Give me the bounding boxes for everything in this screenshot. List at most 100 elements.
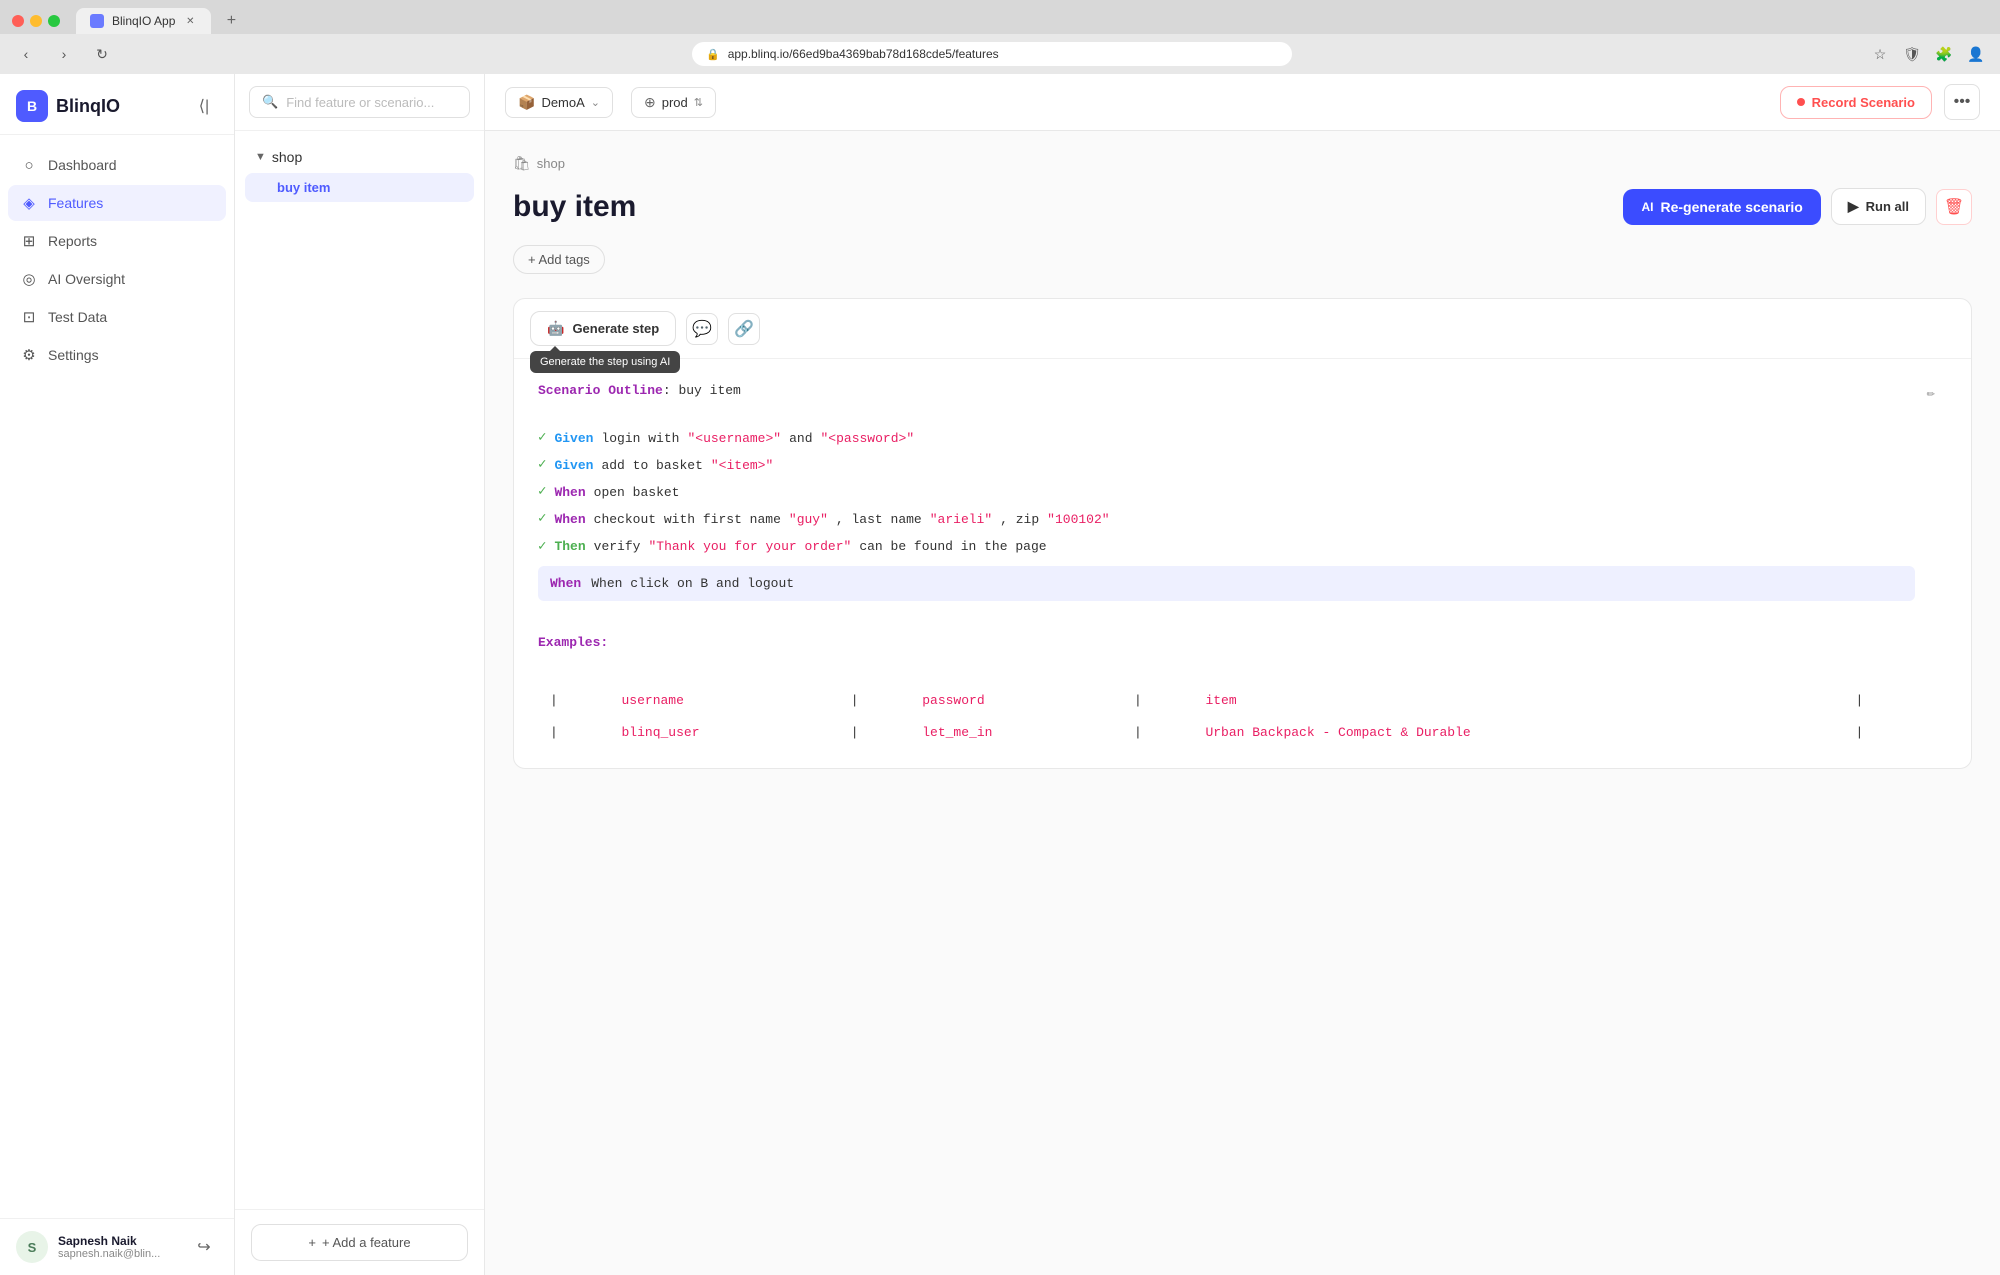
- app: B BlinqIO ⟨| ○ Dashboard ◈ Features ⊞ Re…: [0, 74, 2000, 1275]
- app-icon: 📦: [518, 94, 535, 111]
- features-icon: ◈: [20, 194, 38, 212]
- add-tags-label: + Add tags: [528, 252, 590, 267]
- refresh-button[interactable]: ↻: [88, 40, 116, 68]
- search-input[interactable]: [286, 95, 462, 110]
- sidebar-item-settings[interactable]: ⚙ Settings: [8, 337, 226, 373]
- active-tab[interactable]: BlinqIO App ✕: [76, 8, 211, 34]
- forward-button[interactable]: ›: [50, 40, 78, 68]
- generate-step-label: Generate step: [572, 321, 659, 336]
- app-selector-label: DemoA: [541, 95, 584, 110]
- collapse-sidebar-button[interactable]: ⟨|: [190, 92, 218, 120]
- sidebar-header: B BlinqIO ⟨|: [0, 74, 234, 135]
- sidebar-item-label: Reports: [48, 233, 97, 249]
- plus-icon: +: [308, 1235, 316, 1250]
- regenerate-scenario-button[interactable]: AI Re-generate scenario: [1623, 189, 1820, 225]
- chevron-updown-icon: ⇅: [694, 96, 703, 109]
- new-tab-button[interactable]: +: [219, 9, 243, 33]
- ai-oversight-icon: ◎: [20, 270, 38, 288]
- breadcrumb-text: shop: [537, 156, 565, 171]
- tab-favicon: [90, 14, 104, 28]
- step-row-3: ✓ When open basket: [538, 480, 1915, 505]
- cell-password: let_me_in: [910, 717, 1122, 748]
- sidebar-item-label: Features: [48, 195, 103, 211]
- chat-icon-button[interactable]: 💬: [686, 313, 718, 345]
- env-selector[interactable]: ⊕ prod ⇅: [631, 87, 716, 118]
- browser-chrome: BlinqIO App ✕ + ‹ › ↻ 🔒 app.blinq.io/66e…: [0, 0, 2000, 74]
- add-feature-button[interactable]: + + Add a feature: [251, 1224, 468, 1261]
- tab-bar: BlinqIO App ✕ +: [0, 0, 2000, 34]
- sidebar-item-reports[interactable]: ⊞ Reports: [8, 223, 226, 259]
- content-area: 🛍 shop buy item AI Re-generate scenario …: [485, 131, 2000, 1275]
- add-tags-button[interactable]: + Add tags: [513, 245, 605, 274]
- sidebar-item-features[interactable]: ◈ Features: [8, 185, 226, 221]
- add-feature-label: + Add a feature: [322, 1235, 411, 1250]
- step-check-icon: ✓: [538, 480, 546, 505]
- generate-step-button[interactable]: 🤖 Generate step: [530, 311, 676, 346]
- ai-badge: AI: [1641, 200, 1653, 214]
- minimize-button[interactable]: [30, 15, 42, 27]
- bookmark-icon[interactable]: ☆: [1868, 42, 1892, 66]
- top-bar: 📦 DemoA ⌄ ⊕ prod ⇅ Record Scenario •••: [485, 74, 2000, 131]
- step-row-4: ✓ When checkout with first name "guy" , …: [538, 507, 1915, 532]
- step-check-icon: ✓: [538, 453, 546, 478]
- scenario-keyword: Scenario Outline: [538, 383, 663, 398]
- env-selector-label: prod: [662, 95, 688, 110]
- tree-group-header[interactable]: ▼ shop: [245, 143, 474, 171]
- col-item: item: [1193, 685, 1843, 716]
- sidebar-item-label: Dashboard: [48, 157, 117, 173]
- logo-text: BlinqIO: [56, 96, 120, 117]
- scenario-outline-line: Scenario Outline: buy item: [538, 379, 1915, 402]
- tree-item-buy-item[interactable]: buy item: [245, 173, 474, 202]
- examples-table: | username | password | item | |: [538, 685, 1915, 748]
- logo: B BlinqIO: [16, 90, 120, 122]
- record-label: Record Scenario: [1812, 95, 1915, 110]
- tab-close-button[interactable]: ✕: [183, 14, 197, 28]
- address-bar-actions: ☆ 🛡 🧩 👤: [1868, 42, 1988, 66]
- dashboard-icon: ○: [20, 156, 38, 174]
- shop-icon: 🛍: [513, 155, 531, 172]
- sidebar-item-ai-oversight[interactable]: ◎ AI Oversight: [8, 261, 226, 297]
- record-scenario-button[interactable]: Record Scenario: [1780, 86, 1932, 119]
- play-icon: ▶: [1848, 198, 1859, 215]
- gherkin-block: Scenario Outline: buy item ✓ Given login…: [514, 359, 1971, 768]
- delete-button[interactable]: 🗑: [1936, 189, 1972, 225]
- lock-icon: 🔒: [706, 48, 720, 61]
- examples-section: Examples:: [538, 631, 1915, 654]
- sidebar-item-label: Test Data: [48, 309, 107, 325]
- run-all-label: Run all: [1866, 199, 1909, 214]
- shield-icon[interactable]: 🛡: [1900, 42, 1924, 66]
- test-data-icon: ⊡: [20, 308, 38, 326]
- profile-icon[interactable]: 👤: [1964, 42, 1988, 66]
- ai-generate-icon: 🤖: [547, 320, 564, 337]
- step-row-5: ✓ Then verify "Thank you for your order"…: [538, 535, 1915, 560]
- run-all-button[interactable]: ▶ Run all: [1831, 188, 1926, 225]
- sidebar-item-dashboard[interactable]: ○ Dashboard: [8, 147, 226, 183]
- feature-tree: ▼ shop buy item: [235, 131, 484, 1209]
- traffic-lights: [12, 15, 60, 27]
- edit-scenario-button[interactable]: ✏: [1915, 379, 1947, 411]
- env-icon: ⊕: [644, 94, 656, 111]
- sidebar-item-label: AI Oversight: [48, 271, 125, 287]
- step-check-icon: ✓: [538, 507, 546, 532]
- app-selector[interactable]: 📦 DemoA ⌄: [505, 87, 613, 118]
- address-bar: ‹ › ↻ 🔒 app.blinq.io/66ed9ba4369bab78d16…: [0, 34, 2000, 74]
- sidebar-item-test-data[interactable]: ⊡ Test Data: [8, 299, 226, 335]
- link-icon-button[interactable]: 🔗: [728, 313, 760, 345]
- main-content: 📦 DemoA ⌄ ⊕ prod ⇅ Record Scenario ••• 🛍…: [485, 74, 2000, 1275]
- back-button[interactable]: ‹: [12, 40, 40, 68]
- fullscreen-button[interactable]: [48, 15, 60, 27]
- sidebar: B BlinqIO ⟨| ○ Dashboard ◈ Features ⊞ Re…: [0, 74, 235, 1275]
- sidebar-footer: S Sapnesh Naik sapnesh.naik@blin... ↪: [0, 1218, 234, 1275]
- search-box[interactable]: 🔍: [249, 86, 470, 118]
- logo-icon: B: [16, 90, 48, 122]
- logout-button[interactable]: ↪: [190, 1233, 218, 1261]
- extension-icon[interactable]: 🧩: [1932, 42, 1956, 66]
- step-row-highlighted[interactable]: When When click on B and logout: [538, 566, 1915, 601]
- sidebar-item-label: Settings: [48, 347, 99, 363]
- avatar: S: [16, 1231, 48, 1263]
- col-username: username: [609, 685, 838, 716]
- table-header-row: | username | password | item |: [538, 685, 1915, 716]
- close-button[interactable]: [12, 15, 24, 27]
- more-options-button[interactable]: •••: [1944, 84, 1980, 120]
- url-bar[interactable]: 🔒 app.blinq.io/66ed9ba4369bab78d168cde5/…: [692, 42, 1292, 66]
